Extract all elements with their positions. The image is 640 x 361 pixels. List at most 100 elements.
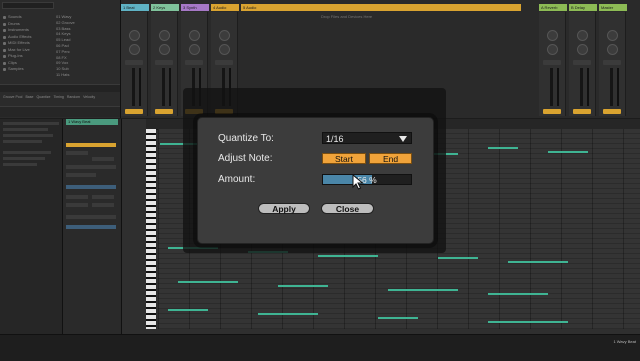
clip-control[interactable]	[92, 195, 114, 199]
pan-knob[interactable]	[129, 44, 140, 55]
midi-note[interactable]	[178, 281, 238, 283]
status-clip-label: 1 Wavy Beat	[613, 339, 636, 344]
clip-name-field[interactable]: 1 Wavy Beat	[66, 119, 118, 125]
track-activator-button[interactable]	[155, 109, 173, 114]
track-header[interactable]: A Reverb	[539, 4, 567, 11]
track-control-button[interactable]	[603, 60, 621, 65]
browser-panel: Sounds Drums Instruments Audio Effects MIDI …	[0, 0, 121, 118]
midi-note[interactable]	[508, 261, 568, 263]
pan-knob[interactable]	[547, 44, 558, 55]
quantize-grid-select[interactable]: 1/16	[322, 132, 412, 144]
midi-note[interactable]	[168, 309, 208, 311]
track-control-button[interactable]	[125, 60, 143, 65]
midi-note[interactable]	[438, 257, 478, 259]
adjust-end-toggle[interactable]: End	[369, 153, 412, 164]
amount-value: 56 %	[357, 175, 377, 185]
mouse-pointer-icon	[352, 174, 364, 190]
track-control-button[interactable]	[185, 60, 203, 65]
pan-knob[interactable]	[607, 44, 618, 55]
pan-knob[interactable]	[219, 44, 230, 55]
mixer-strip	[539, 12, 566, 116]
send-knob[interactable]	[219, 30, 230, 41]
groove-pool-column: Timing	[53, 95, 64, 99]
send-knob[interactable]	[547, 30, 558, 41]
groove-pool-column: Random	[66, 95, 81, 99]
clip-control[interactable]	[66, 203, 88, 207]
track-activator-button[interactable]	[543, 109, 561, 114]
clip-control[interactable]	[66, 151, 88, 155]
midi-note[interactable]	[318, 255, 378, 257]
track-header[interactable]: 3 Synth	[181, 4, 209, 11]
amount-label: Amount:	[218, 174, 256, 185]
adjust-start-toggle[interactable]: Start	[322, 153, 366, 164]
status-bar: 1 Wavy Beat	[0, 334, 640, 361]
send-knob[interactable]	[159, 30, 170, 41]
send-knob[interactable]	[129, 30, 140, 41]
clip-control[interactable]	[92, 203, 114, 207]
level-meter	[617, 68, 619, 106]
midi-note[interactable]	[378, 317, 418, 319]
browser-info-bar	[0, 106, 120, 117]
track-control-button[interactable]	[543, 60, 561, 65]
clip-control[interactable]	[66, 215, 116, 219]
mixer-strip	[121, 12, 148, 116]
midi-note[interactable]	[488, 147, 518, 149]
piano-keys[interactable]	[146, 129, 156, 329]
groove-pool-column: Base	[25, 95, 34, 99]
pan-knob[interactable]	[159, 44, 170, 55]
quantize-dialog: Quantize To: 1/16 Adjust Note: Start End…	[197, 117, 434, 244]
level-meter	[169, 68, 171, 106]
track-header[interactable]: 5 Audio	[241, 4, 521, 11]
clip-control[interactable]	[66, 195, 88, 199]
apply-button[interactable]: Apply	[258, 203, 310, 214]
clip-section-header	[66, 185, 116, 189]
volume-fader[interactable]	[132, 68, 135, 106]
mixer-strip	[151, 12, 178, 116]
midi-note[interactable]	[388, 289, 458, 291]
track-header[interactable]: B Delay	[569, 4, 597, 11]
mixer-strip	[599, 12, 626, 116]
send-knob[interactable]	[607, 30, 618, 41]
mixer-strip	[569, 12, 596, 116]
midi-note[interactable]	[488, 321, 568, 323]
track-activator-button[interactable]	[573, 109, 591, 114]
midi-note[interactable]	[258, 313, 318, 315]
clip-control[interactable]	[66, 173, 96, 177]
amount-slider[interactable]: 56 %	[322, 174, 412, 185]
close-button[interactable]: Close	[321, 203, 374, 214]
track-header[interactable]: 1 Beat	[121, 4, 149, 11]
info-view	[0, 119, 63, 360]
track-header[interactable]: Master	[599, 4, 627, 11]
chevron-down-icon	[399, 136, 407, 142]
send-knob[interactable]	[577, 30, 588, 41]
clip-control[interactable]	[66, 165, 116, 169]
browser-file-item[interactable]: 11 Hats	[56, 72, 118, 78]
volume-fader[interactable]	[610, 68, 613, 106]
pan-knob[interactable]	[189, 44, 200, 55]
midi-note[interactable]	[278, 285, 328, 287]
clip-loop-bar[interactable]	[66, 143, 116, 147]
clip-properties-panel: 1 Wavy Beat	[63, 119, 122, 360]
track-header[interactable]: 4 Audio	[211, 4, 239, 11]
midi-note[interactable]	[488, 293, 548, 295]
send-knob[interactable]	[189, 30, 200, 41]
quantize-to-label: Quantize To:	[218, 133, 274, 144]
pan-knob[interactable]	[577, 44, 588, 55]
browser-category[interactable]: Samples	[2, 66, 54, 73]
midi-note[interactable]	[548, 151, 588, 153]
track-control-button[interactable]	[155, 60, 173, 65]
level-meter	[139, 68, 141, 106]
track-control-button[interactable]	[215, 60, 233, 65]
track-activator-button[interactable]	[603, 109, 621, 114]
track-header[interactable]: 2 Keys	[151, 4, 179, 11]
clip-control[interactable]	[92, 157, 114, 161]
groove-pool-header: Groove Pool Base Quantize Timing Random Veloc…	[0, 84, 120, 99]
volume-fader[interactable]	[580, 68, 583, 106]
track-activator-button[interactable]	[125, 109, 143, 114]
volume-fader[interactable]	[550, 68, 553, 106]
info-text	[3, 122, 59, 166]
adjust-note-label: Adjust Note:	[218, 153, 273, 164]
track-control-button[interactable]	[573, 60, 591, 65]
volume-fader[interactable]	[162, 68, 165, 106]
browser-file-list: 01 Wavy 02 Groove 03 Bass 04 Keys 05 Lead 06 …	[56, 14, 118, 78]
